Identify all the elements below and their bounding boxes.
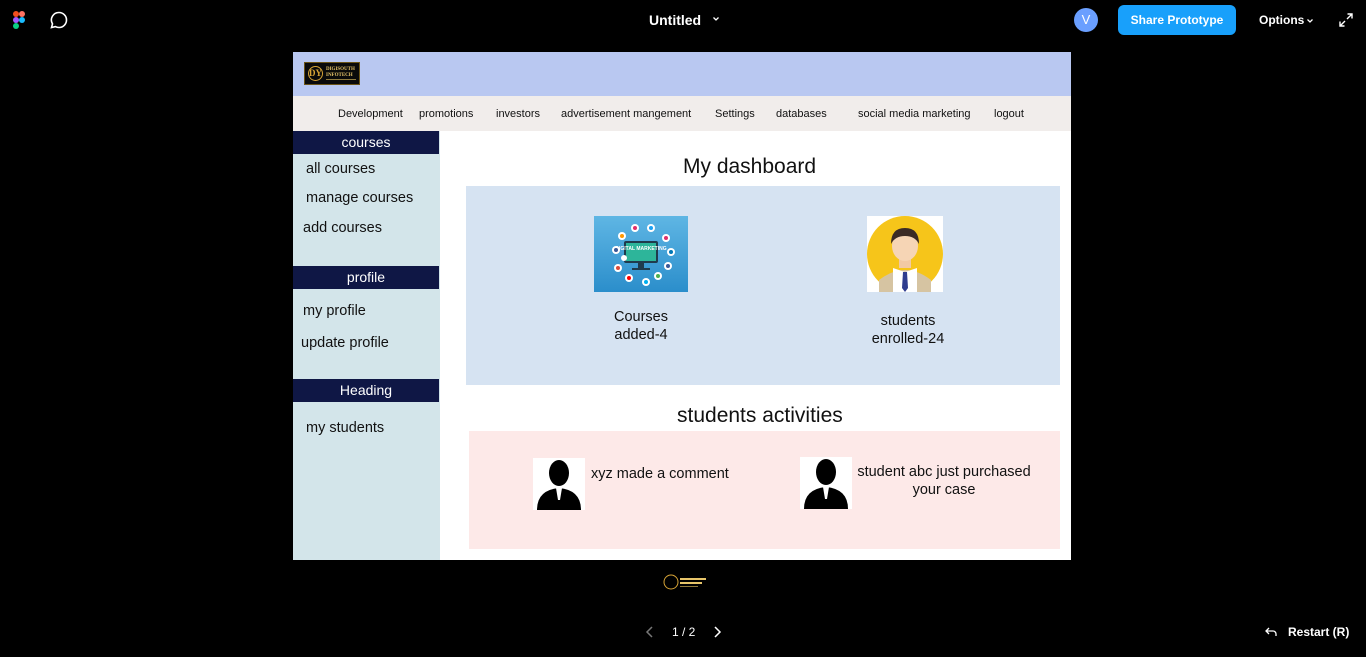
site-nav: Development promotions investors adverti… [293, 96, 1071, 131]
restart-button[interactable]: Restart (R) [1288, 625, 1349, 639]
students-stat-line-2: enrolled-24 [871, 331, 945, 347]
previous-frame-icon[interactable] [643, 625, 657, 639]
viewer-toolbar: Untitled V Share Prototype Options [0, 0, 1366, 40]
activities-title: students activities [677, 404, 843, 427]
logo-wordmark: DIGISOUTH INFOTECH [326, 67, 355, 79]
activities-panel: xyz made a comment student abc just purc… [469, 431, 1060, 549]
sidebar-item-my-students[interactable]: my students [306, 420, 384, 436]
comment-icon[interactable] [49, 10, 69, 30]
digital-marketing-image: DIGITAL MARKETING [594, 216, 688, 292]
sidebar-item-my-profile[interactable]: my profile [303, 303, 366, 319]
person-silhouette-icon [533, 458, 585, 510]
nav-logout[interactable]: logout [994, 108, 1024, 120]
nav-social-media-marketing[interactable]: social media marketing [858, 108, 971, 120]
company-logo[interactable]: DY DIGISOUTH INFOTECH [304, 62, 360, 85]
courses-added-stat: Courses added-4 [607, 308, 675, 344]
logo-mark: DY [308, 66, 323, 81]
options-menu-button[interactable]: Options [1259, 13, 1304, 27]
digital-image-text: DIGITAL MARKETING [615, 246, 666, 252]
sidebar-heading: Heading [293, 379, 439, 402]
students-stat-line-1: students [880, 313, 936, 329]
sidebar-item-manage-courses[interactable]: manage courses [306, 190, 413, 206]
student-avatar-image [867, 216, 943, 292]
share-prototype-button[interactable]: Share Prototype [1118, 5, 1236, 35]
company-logo-thumbnail [662, 573, 710, 591]
nav-investors[interactable]: investors [496, 108, 540, 120]
sidebar-item-all-courses[interactable]: all courses [306, 161, 375, 177]
sidebar-heading-courses: courses [293, 131, 439, 154]
nav-settings[interactable]: Settings [715, 108, 755, 120]
nav-promotions[interactable]: promotions [419, 108, 473, 120]
chevron-down-icon[interactable] [1306, 17, 1314, 25]
nav-advertisement-management[interactable]: advertisement mangement [561, 108, 691, 120]
sidebar-heading-profile: profile [293, 266, 439, 289]
activity-purchase-line-1: student abc just purchased [857, 464, 1031, 480]
page-title: My dashboard [683, 155, 817, 178]
sidebar-item-add-courses[interactable]: add courses [303, 220, 382, 236]
students-enrolled-stat: students enrolled-24 [866, 312, 950, 348]
sidebar-item-update-profile[interactable]: update profile [301, 335, 389, 351]
restart-icon[interactable] [1264, 625, 1278, 639]
activity-purchase: student abc just purchased your case [851, 463, 1037, 499]
activity-comment: xyz made a comment [591, 466, 729, 482]
figma-logo-icon[interactable] [13, 11, 25, 29]
person-silhouette-icon [800, 457, 852, 509]
nav-databases[interactable]: databases [776, 108, 827, 120]
courses-stat-line-2: added-4 [614, 327, 668, 343]
activity-purchase-line-2: your case [912, 482, 976, 498]
user-avatar[interactable]: V [1074, 8, 1098, 32]
logo-underline [326, 79, 356, 80]
fullscreen-icon[interactable] [1338, 12, 1354, 28]
page-indicator: 1 / 2 [672, 625, 696, 639]
stats-panel: DIGITAL MARKETING Courses added-4 studen… [466, 186, 1060, 385]
site-header: DY DIGISOUTH INFOTECH [293, 52, 1071, 96]
nav-development[interactable]: Development [338, 108, 403, 120]
courses-stat-line-1: Courses [614, 309, 668, 325]
chevron-down-icon[interactable] [712, 15, 720, 23]
document-title[interactable]: Untitled [649, 12, 701, 28]
next-frame-icon[interactable] [710, 625, 724, 639]
sidebar: courses all courses manage courses add c… [293, 131, 440, 560]
prototype-frame: DY DIGISOUTH INFOTECH Development promot… [293, 52, 1071, 560]
